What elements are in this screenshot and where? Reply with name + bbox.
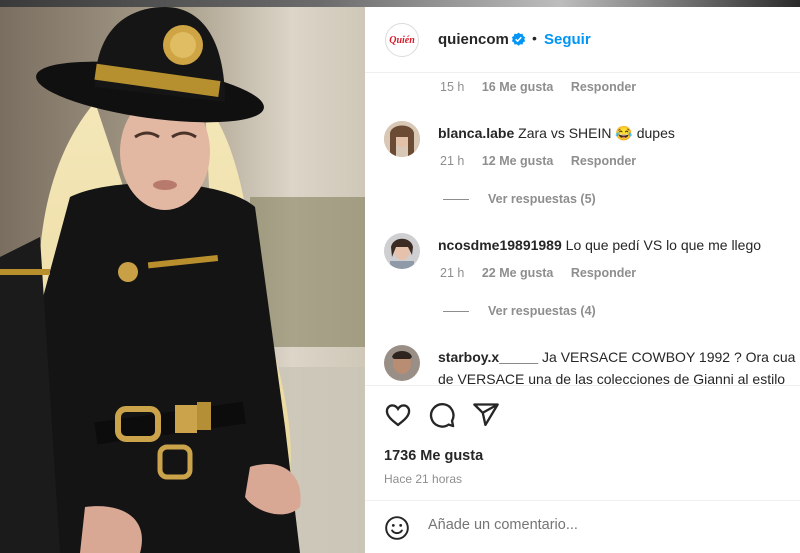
post-image	[0, 7, 365, 553]
comment-likes[interactable]: 22 Me gusta	[482, 266, 554, 280]
woman-in-black-hat-photo	[0, 7, 365, 553]
post-header: Quién quiencom • Seguir	[365, 7, 800, 73]
comment-username[interactable]: starboy.x_____	[438, 349, 538, 365]
share-icon[interactable]	[472, 401, 500, 429]
comment-meta: 21 h 12 Me gusta Responder	[440, 154, 650, 168]
post-side-panel: Quién quiencom • Seguir 15 h 16 Me gusta…	[365, 7, 800, 553]
account-username[interactable]: quiencom	[438, 31, 509, 48]
comment-time: 21 h	[440, 266, 465, 280]
add-comment-bar	[365, 500, 800, 553]
comment-text: ncosdme19891989 Lo que pedí VS lo que me…	[438, 237, 761, 253]
comment-time: 21 h	[440, 154, 465, 168]
reply-button[interactable]: Responder	[571, 154, 636, 168]
reply-button[interactable]: Responder	[571, 266, 636, 280]
view-replies-button[interactable]: Ver respuestas (4)	[443, 304, 596, 318]
replies-line	[443, 198, 469, 200]
post-timestamp[interactable]: Hace 21 horas	[384, 472, 462, 486]
comment-text-continued: de VERSACE una de las colecciones de Gia…	[438, 371, 786, 385]
follow-button[interactable]: Seguir	[544, 31, 591, 48]
emoji-icon[interactable]	[384, 515, 410, 541]
view-replies-label: Ver respuestas (5)	[488, 192, 596, 206]
verified-badge-icon	[511, 32, 526, 46]
comment-time: 15 h	[440, 80, 465, 94]
replies-line	[443, 310, 469, 312]
comment-username[interactable]: blanca.labe	[438, 125, 514, 141]
comment-body: Lo que pedí VS lo que me llego	[565, 237, 762, 253]
comment-likes[interactable]: 12 Me gusta	[482, 154, 554, 168]
comment-likes[interactable]: 16 Me gusta	[482, 80, 554, 94]
browser-top-strip	[0, 0, 800, 7]
view-replies-button[interactable]: Ver respuestas (5)	[443, 192, 596, 206]
avatar-image	[384, 233, 420, 269]
heart-icon[interactable]	[384, 401, 412, 429]
comment-body: Zara vs SHEIN 😂 dupes	[518, 125, 675, 141]
comment-meta: 21 h 22 Me gusta Responder	[440, 266, 650, 280]
comment-username[interactable]: ncosdme19891989	[438, 237, 562, 253]
comment-meta: 15 h 16 Me gusta Responder	[440, 80, 650, 94]
comment-icon[interactable]	[428, 401, 456, 429]
avatar-image	[384, 345, 420, 381]
comments-list[interactable]: 15 h 16 Me gusta Responder blanca.labe Z…	[365, 73, 800, 385]
separator-dot: •	[532, 30, 537, 46]
view-replies-label: Ver respuestas (4)	[488, 304, 596, 318]
account-avatar[interactable]: Quién	[385, 23, 419, 57]
comment-body: Ja VERSACE COWBOY 1992 ? Ora cua	[542, 349, 796, 365]
post-actions: 1736 Me gusta Hace 21 horas	[365, 385, 800, 500]
account-logo-text: Quién	[389, 34, 415, 46]
commenter-avatar[interactable]	[384, 233, 420, 269]
reply-button[interactable]: Responder	[571, 80, 636, 94]
comment-text: blanca.labe Zara vs SHEIN 😂 dupes	[438, 125, 675, 142]
avatar-image	[384, 121, 420, 157]
likes-count[interactable]: 1736 Me gusta	[384, 448, 483, 464]
add-comment-input[interactable]	[428, 517, 768, 533]
commenter-avatar[interactable]	[384, 345, 420, 381]
commenter-avatar[interactable]	[384, 121, 420, 157]
comment-text: starboy.x_____ Ja VERSACE COWBOY 1992 ? …	[438, 349, 795, 365]
